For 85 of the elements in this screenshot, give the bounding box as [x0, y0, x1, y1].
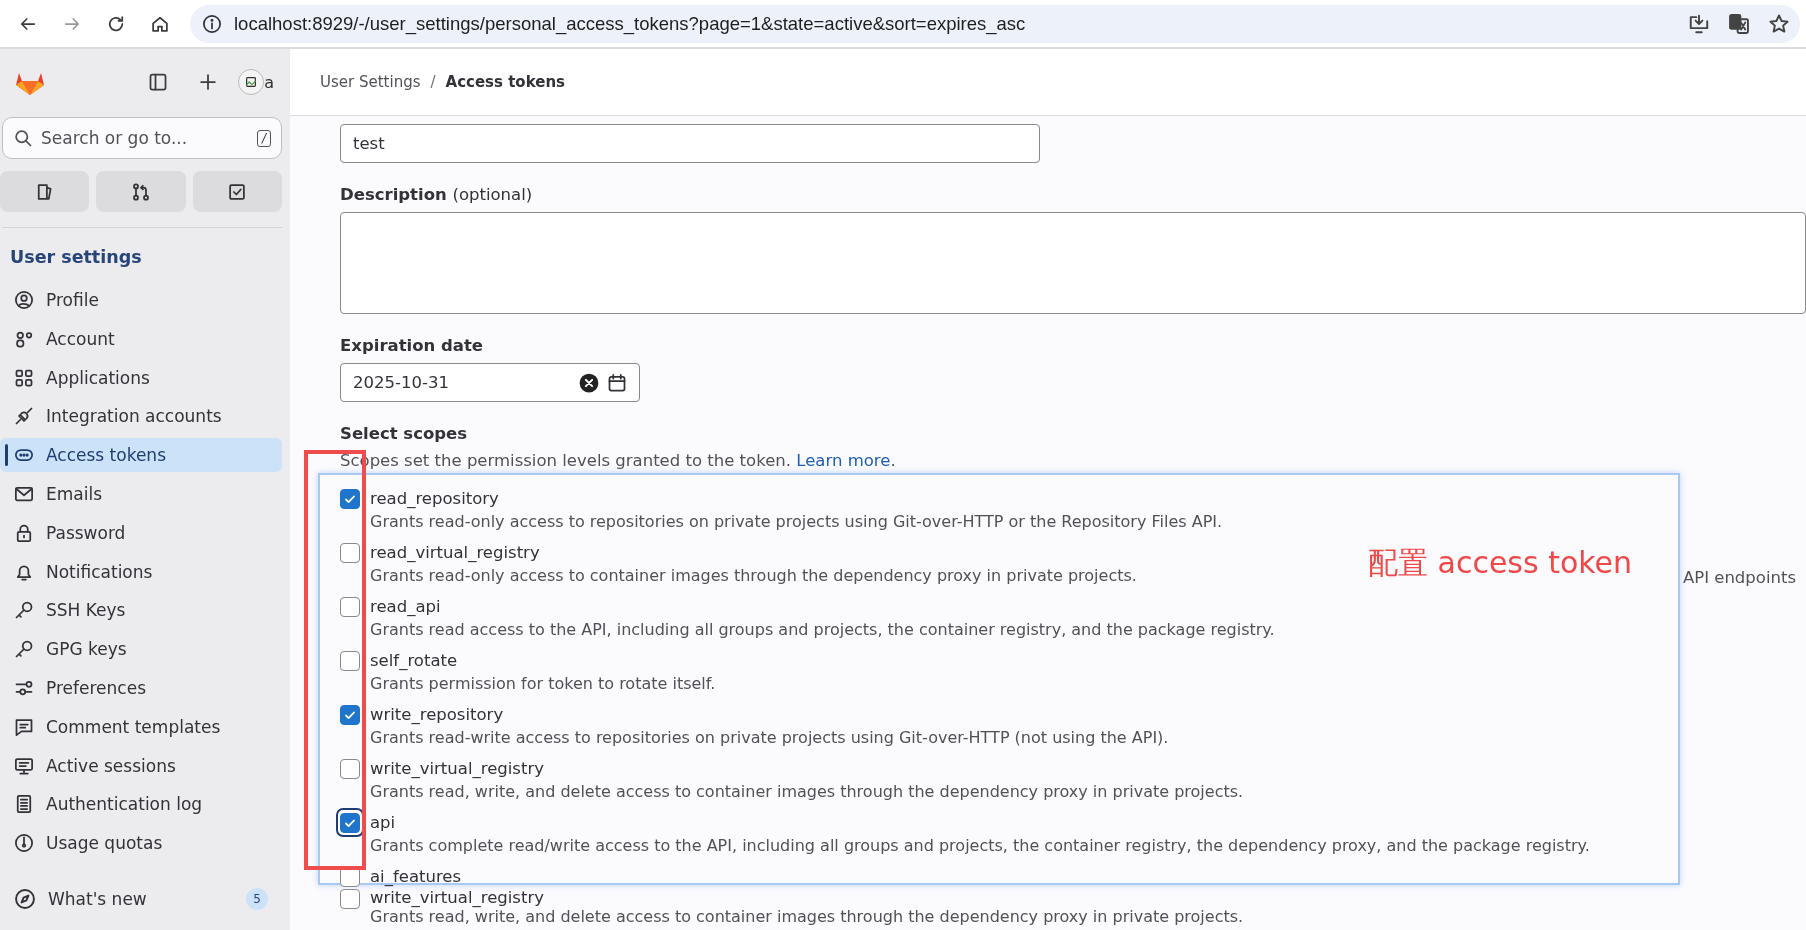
sidebar-item[interactable]: Access tokens: [0, 438, 282, 473]
checkbox[interactable]: [340, 489, 360, 509]
key-icon: [14, 600, 34, 621]
merge-requests-button[interactable]: [96, 171, 186, 212]
scope-description: Grants read, write, and delete access to container images through the dependency proxy in private projects.: [370, 907, 1244, 926]
scope-description: Grants permission for token to rotate itself.: [370, 673, 716, 695]
field-label: Description (optional): [340, 185, 534, 204]
todo-button[interactable]: [192, 171, 282, 212]
breadcrumb-link[interactable]: User Settings: [320, 73, 421, 91]
breadcrumb-separator: /: [430, 73, 436, 91]
scope-name: write_repository: [370, 704, 505, 726]
install-icon: [1688, 12, 1710, 35]
sidebar-item[interactable]: Integration accounts: [0, 399, 282, 434]
breadcrumb-current: Access tokens: [445, 73, 566, 91]
sidebar-item[interactable]: Applications: [0, 360, 282, 395]
plus-icon: [198, 72, 219, 92]
scope-name: self_rotate: [370, 650, 459, 672]
sidebar-item[interactable]: SSH Keys: [0, 593, 282, 628]
scope-name: write_virtual_registry: [370, 758, 545, 780]
field-label: Expiration date: [340, 336, 485, 355]
monitor-icon: [14, 755, 34, 776]
lock-icon: [14, 522, 34, 543]
panel-icon: [148, 72, 169, 92]
gauge-icon: [14, 833, 34, 854]
issues-button[interactable]: [0, 171, 90, 212]
reload-icon: [106, 13, 126, 34]
sidebar-item[interactable]: Preferences: [0, 670, 282, 705]
translate-icon: [1728, 12, 1750, 35]
date-field[interactable]: 2025-10-31: [340, 363, 640, 402]
sidebar-item[interactable]: Notifications: [0, 554, 282, 589]
list-icon: [14, 794, 34, 815]
search-icon: [13, 128, 33, 148]
scope-description: API endpoints: [1682, 568, 1796, 587]
sidebar-item[interactable]: Comment templates: [0, 709, 282, 744]
scope-name: api: [370, 812, 397, 834]
plug-icon: [14, 406, 34, 427]
compass-icon: [14, 888, 36, 911]
description-field[interactable]: [340, 212, 1806, 314]
sidebar-item[interactable]: Active sessions: [0, 748, 282, 783]
key-icon: [14, 639, 34, 660]
comment-icon: [14, 716, 34, 737]
checkbox[interactable]: [340, 543, 360, 563]
search-field[interactable]: Search or go to... /: [2, 117, 282, 159]
user-circle-icon: [14, 290, 34, 310]
calendar-icon: [607, 372, 627, 393]
grid-icon: [14, 367, 34, 388]
clear-icon[interactable]: [579, 372, 599, 393]
scope-description: Grants read-only access to container images through the dependency proxy in private projects.: [370, 565, 1137, 587]
checkbox[interactable]: [340, 651, 360, 671]
name-field[interactable]: test: [340, 124, 1040, 163]
scope-name: read_repository: [370, 488, 500, 510]
checkbox[interactable]: [340, 759, 360, 779]
broken-image-icon: [244, 75, 259, 89]
star-icon: [1768, 12, 1790, 35]
merge-request-icon: [131, 181, 151, 202]
annotation-text: 配置 access token: [1368, 544, 1633, 582]
checkbox[interactable]: [340, 889, 360, 909]
sidebar-item[interactable]: Emails: [0, 477, 282, 511]
scope-description: Grants read-only access to repositories on private projects using Git-over-HTTP or the Repository Files API.: [370, 511, 1223, 533]
scope-description: Grants read-write access to repositories on private projects using Git-over-HTTP (not using the API).: [370, 727, 1169, 749]
checkbox[interactable]: [340, 813, 360, 833]
scope-name: ai_features: [370, 866, 462, 888]
mail-icon: [14, 484, 34, 504]
scope-description: Grants read, write, and delete access to container images through the dependency proxy in private projects.: [370, 781, 1244, 803]
sidebar-item[interactable]: Profile: [0, 283, 282, 317]
sidebar-item[interactable]: Authentication log: [0, 787, 282, 822]
scope-name: read_api: [370, 596, 442, 618]
checkbox[interactable]: [340, 705, 360, 725]
checkbox-icon: [227, 181, 248, 202]
section-title: User settings: [10, 247, 143, 267]
address-bar[interactable]: localhost:8929/-/user_settings/personal_access_tokens?page=1&state=active&sort=expires_asc: [190, 4, 1800, 43]
sidebar-item[interactable]: Usage quotas: [0, 826, 282, 861]
sidebar-item[interactable]: Account: [0, 321, 282, 356]
info-icon: [202, 13, 222, 34]
count-badge: 5: [246, 888, 268, 911]
sidebar-item[interactable]: GPG keys: [0, 632, 282, 667]
checkbox[interactable]: [340, 597, 360, 617]
whats-new-item[interactable]: What's new 5: [0, 882, 282, 917]
scope-name: read_virtual_registry: [370, 542, 541, 564]
scope-description: Grants complete read/write access to the API, including all groups and projects, the container registry, the dependency proxy, and the package registry.: [370, 835, 1590, 857]
sidebar-item[interactable]: Password: [0, 515, 282, 550]
scope-description: Grants read access to the API, including all groups and projects, the container registry, and the package registry.: [370, 619, 1275, 641]
field-label: Select scopes: [340, 424, 469, 443]
scope-name: write_virtual_registry: [370, 888, 545, 907]
learn-more-link[interactable]: Learn more: [796, 451, 891, 470]
